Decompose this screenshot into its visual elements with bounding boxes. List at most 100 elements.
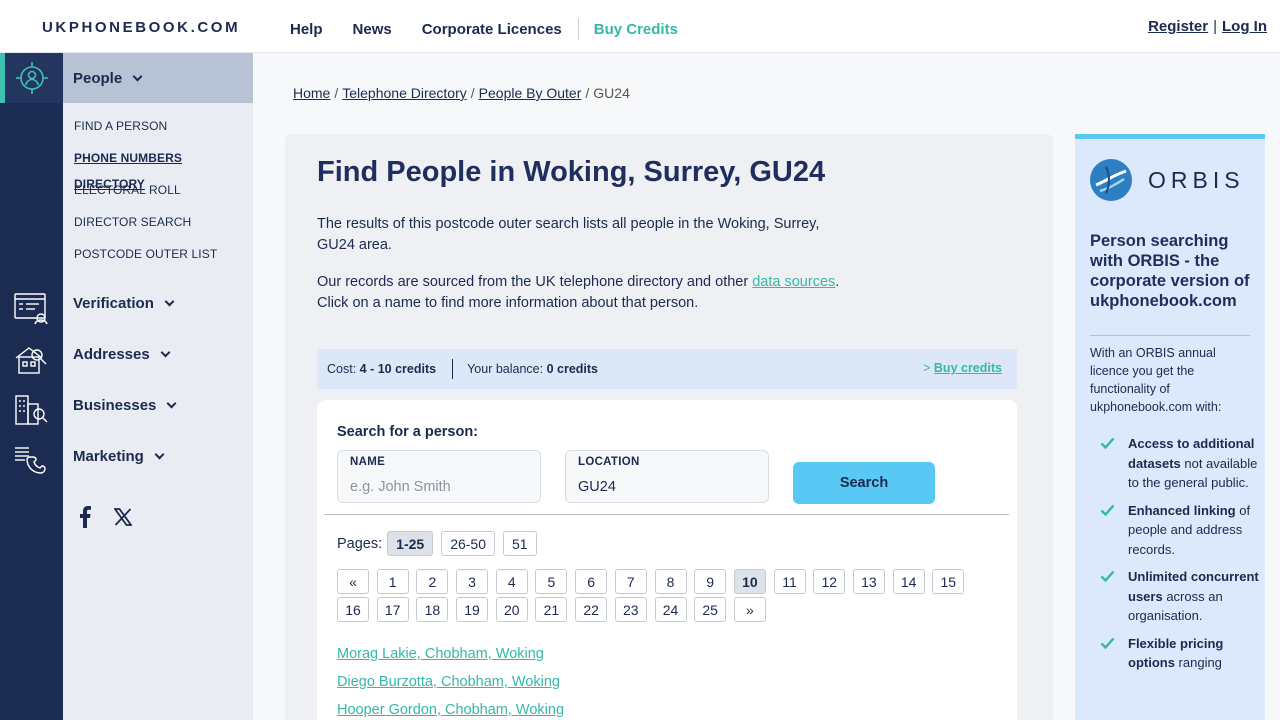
- page-button[interactable]: 5: [535, 569, 568, 594]
- page-button[interactable]: 2: [416, 569, 449, 594]
- data-sources-link[interactable]: data sources: [752, 274, 835, 290]
- range-1-25[interactable]: 1-25: [387, 531, 434, 556]
- ad-feature-item: Enhanced linking of people and address r…: [1090, 501, 1260, 560]
- page-button[interactable]: 17: [376, 597, 409, 622]
- page-button[interactable]: 10: [733, 569, 766, 594]
- addresses-icon[interactable]: [13, 341, 49, 377]
- facebook-icon[interactable]: [78, 506, 92, 528]
- sidebar-category-verification[interactable]: Verification: [73, 295, 175, 312]
- ad-feature-item: Flexible pricing options ranging: [1090, 634, 1260, 673]
- person-link[interactable]: Diego Burzotta, Chobham, Woking: [337, 674, 560, 690]
- location-input[interactable]: [578, 479, 758, 495]
- breadcrumb-separator: /: [470, 85, 475, 101]
- search-button[interactable]: Search: [793, 462, 935, 504]
- rail-item-people[interactable]: [0, 53, 63, 103]
- last-page-button[interactable]: »: [733, 597, 766, 622]
- check-icon: [1100, 437, 1115, 449]
- balance-label: Your balance:: [467, 362, 544, 376]
- people-list: Morag Lakie, Chobham, Woking Diego Burzot…: [337, 646, 564, 720]
- page-button[interactable]: 6: [575, 569, 608, 594]
- page-button[interactable]: 25: [694, 597, 727, 622]
- page-button[interactable]: 15: [932, 569, 965, 594]
- records-suffix: .: [835, 274, 840, 290]
- nav-divider: [577, 18, 579, 40]
- breadcrumb-people-by-outer[interactable]: People By Outer: [479, 85, 582, 101]
- breadcrumb-telephone-directory[interactable]: Telephone Directory: [342, 85, 467, 101]
- person-link[interactable]: Hooper Gordon, Chobham, Woking: [337, 702, 564, 718]
- auth-links: Register | Log In: [1148, 18, 1267, 35]
- ad-feature-item: Access to additional datasets not availa…: [1090, 434, 1260, 493]
- name-field[interactable]: NAME: [337, 450, 541, 503]
- location-field[interactable]: LOCATION: [565, 450, 769, 503]
- divider: [324, 514, 1009, 515]
- orbis-logo[interactable]: ORBIS: [1090, 159, 1245, 201]
- businesses-icon[interactable]: [13, 392, 49, 428]
- page-button[interactable]: 21: [535, 597, 568, 622]
- page-button[interactable]: 3: [456, 569, 489, 594]
- x-twitter-icon[interactable]: [114, 508, 132, 526]
- icon-rail: [0, 53, 63, 720]
- nav-news[interactable]: News: [353, 21, 392, 38]
- buy-credits-link[interactable]: Buy credits: [934, 361, 1002, 375]
- cost-value: 4 - 10 credits: [359, 362, 437, 376]
- page-button[interactable]: 23: [614, 597, 647, 622]
- page-button[interactable]: 24: [654, 597, 687, 622]
- feature-text: ranging: [1174, 655, 1222, 670]
- page-button[interactable]: 9: [694, 569, 727, 594]
- category-label: Businesses: [73, 397, 157, 414]
- nav-corporate-licences[interactable]: Corporate Licences: [422, 21, 562, 38]
- site-logo[interactable]: UKPHONEBOOK.COM: [42, 19, 240, 36]
- top-nav: Help News Corporate Licences Buy Credits: [290, 18, 708, 40]
- page-button[interactable]: 13: [852, 569, 885, 594]
- page-button[interactable]: 11: [773, 569, 806, 594]
- first-page-button[interactable]: «: [337, 569, 369, 594]
- cost-divider: [452, 359, 454, 379]
- nav-help[interactable]: Help: [290, 21, 323, 38]
- sidebar-item-phone-numbers-directory[interactable]: PHONE NUMBERS DIRECTORY: [74, 145, 253, 191]
- ad-feature-item: Unlimited concurrent users across an org…: [1090, 567, 1260, 626]
- range-26-50[interactable]: 26-50: [441, 531, 495, 556]
- page-button[interactable]: 16: [337, 597, 369, 622]
- sidebar-item-postcode-outer-list[interactable]: POSTCODE OUTER LIST: [74, 241, 253, 273]
- name-input[interactable]: [350, 479, 530, 495]
- breadcrumb-current: GU24: [593, 85, 630, 101]
- login-link[interactable]: Log In: [1222, 18, 1267, 35]
- chevron-down-icon: [160, 347, 171, 358]
- page-button[interactable]: 1: [376, 569, 409, 594]
- top-bar: UKPHONEBOOK.COM Help News Corporate Lice…: [0, 0, 1280, 53]
- ad-heading: Person searching with ORBIS - the corpor…: [1090, 232, 1250, 310]
- sidebar-section-people[interactable]: People: [63, 53, 253, 103]
- nav-buy-credits[interactable]: Buy Credits: [594, 21, 678, 38]
- range-51[interactable]: 51: [503, 531, 537, 556]
- page-button[interactable]: 4: [495, 569, 528, 594]
- page-button[interactable]: 12: [813, 569, 846, 594]
- sidebar-item-director-search[interactable]: DIRECTOR SEARCH: [74, 209, 253, 241]
- page-button[interactable]: 20: [495, 597, 528, 622]
- sidebar-item-find-a-person[interactable]: FIND A PERSON: [74, 113, 253, 145]
- list-item: Morag Lakie, Chobham, Woking: [337, 646, 564, 674]
- sidebar-category-businesses[interactable]: Businesses: [73, 397, 177, 414]
- sidebar-section-label: People: [73, 69, 123, 87]
- ad-intro: With an ORBIS annual licence you get the…: [1090, 346, 1222, 414]
- person-link[interactable]: Morag Lakie, Chobham, Woking: [337, 646, 544, 662]
- breadcrumb-home[interactable]: Home: [293, 85, 330, 101]
- sidebar-category-addresses[interactable]: Addresses: [73, 346, 171, 363]
- check-icon: [1100, 570, 1115, 582]
- page-button[interactable]: 22: [575, 597, 608, 622]
- page-button[interactable]: 7: [614, 569, 647, 594]
- sidebar-category-marketing[interactable]: Marketing: [73, 448, 165, 465]
- register-link[interactable]: Register: [1148, 18, 1208, 35]
- page-button[interactable]: 14: [892, 569, 925, 594]
- verification-icon[interactable]: [13, 290, 49, 326]
- sidebar-item-electoral-roll[interactable]: ELECTORAL ROLL: [74, 177, 253, 209]
- marketing-phone-icon[interactable]: [13, 443, 49, 479]
- category-label: Marketing: [73, 448, 144, 465]
- page-numbers: «1 2 3 4 5 6 7 8 9 10 11 12 13 14 15 16 17 18 19 20 21 22 23 24…: [337, 569, 997, 622]
- page-button[interactable]: 19: [456, 597, 489, 622]
- page-button[interactable]: 18: [416, 597, 449, 622]
- orbis-ad: ORBIS Person searching with ORBIS - the …: [1075, 134, 1265, 720]
- category-label: Verification: [73, 295, 154, 312]
- chevron-down-icon: [166, 398, 177, 409]
- section-sidebar: People FIND A PERSON PHONE NUMBERS DIREC…: [63, 53, 253, 720]
- page-button[interactable]: 8: [654, 569, 687, 594]
